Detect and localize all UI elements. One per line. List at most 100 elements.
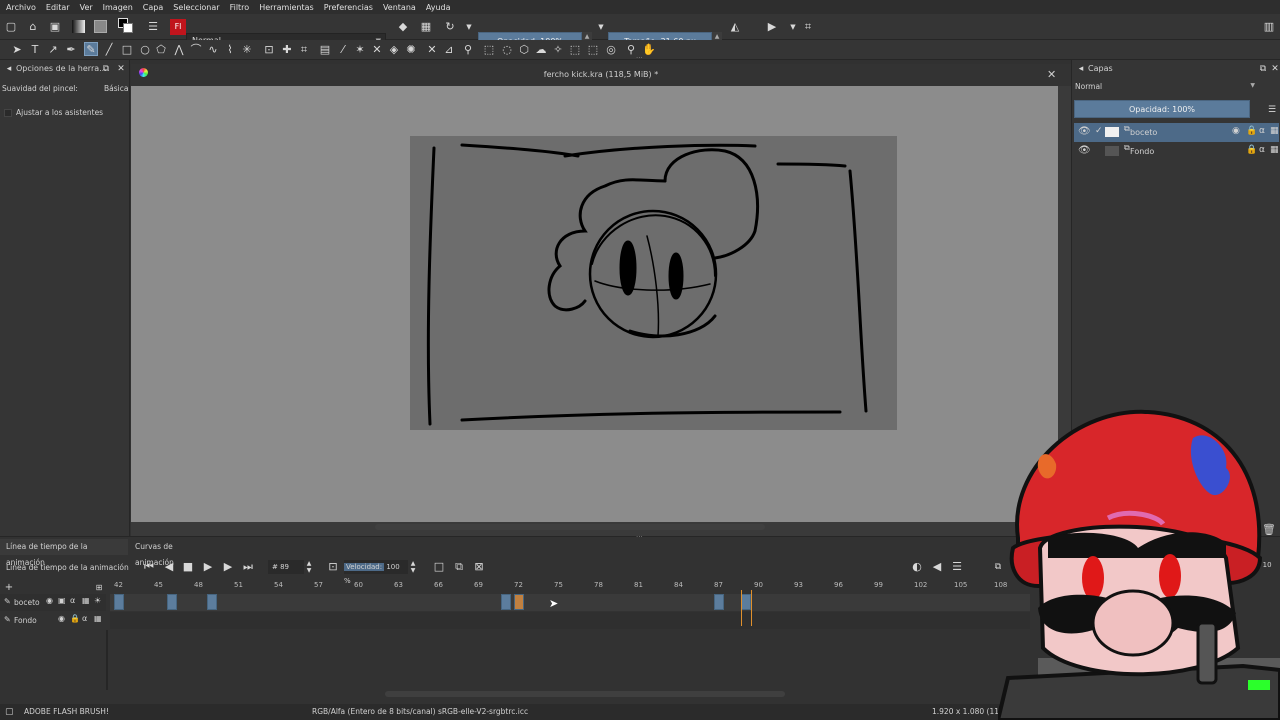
collapse-icon[interactable]: ◂ xyxy=(2,62,16,76)
line-tool-icon[interactable]: ╱ xyxy=(102,43,116,57)
opacity-dropdown-icon[interactable]: ▼ xyxy=(594,20,608,34)
smoothing-select[interactable]: Básica xyxy=(104,84,128,93)
brush-preset-icon[interactable]: ▢ xyxy=(5,704,14,720)
speed-spin-icon[interactable]: ▲ ▼ xyxy=(406,560,420,574)
inherit-alpha-icon[interactable]: ▦ xyxy=(94,614,102,623)
playhead[interactable] xyxy=(741,590,752,626)
menu-preferencias[interactable]: Preferencias xyxy=(324,3,373,12)
document-tab[interactable]: fercho kick.kra (118,5 MiB) * ✕ xyxy=(131,64,1071,86)
layer-menu-icon[interactable]: ☰ xyxy=(1265,103,1279,117)
open-folder-icon[interactable]: ⌂ xyxy=(26,20,40,34)
previous-frame-icon[interactable]: ◀ xyxy=(162,560,176,574)
eye-icon[interactable]: ◉ xyxy=(58,614,65,623)
panel-grip-icon[interactable]: ··· xyxy=(636,533,643,541)
magnetic-select-icon[interactable]: ◎ xyxy=(604,43,618,57)
last-frame-icon[interactable]: ⏭ xyxy=(241,560,255,574)
float-panel-icon[interactable]: ⧉ xyxy=(99,62,113,76)
stop-icon[interactable]: ■ xyxy=(181,560,195,574)
keyframe[interactable] xyxy=(114,594,124,610)
transform-tool-icon[interactable]: ⊡ xyxy=(262,43,276,57)
close-icon[interactable]: ✕ xyxy=(114,62,128,76)
wrap-around-icon[interactable]: ⌗ xyxy=(801,20,815,34)
layer-row-boceto[interactable]: 👁 ✓ ⧉ boceto ◉ 🔒 α ▦ xyxy=(1074,123,1279,142)
select-shapes-icon[interactable]: ➤ xyxy=(10,43,24,57)
assistants-checkbox[interactable] xyxy=(4,109,12,117)
close-document-icon[interactable]: ✕ xyxy=(1047,64,1056,86)
menu-herramientas[interactable]: Herramientas xyxy=(259,3,314,12)
audio-settings-icon[interactable]: ⊠ xyxy=(472,560,486,574)
keyframe-selected[interactable] xyxy=(514,594,524,610)
tab-animation-curves[interactable]: Curvas de animación xyxy=(130,539,214,567)
rect-select-icon[interactable]: ⬚ xyxy=(482,43,496,57)
workspace-icon[interactable]: ▥ xyxy=(1262,20,1276,34)
measure-tool-icon[interactable]: ⊿ xyxy=(442,43,456,57)
freehand-path-icon[interactable]: ∿ xyxy=(206,43,220,57)
polygon-tool-icon[interactable]: ⬠ xyxy=(154,43,168,57)
move-tool-icon[interactable]: ✚ xyxy=(280,43,294,57)
gradient-swatch-icon[interactable] xyxy=(72,20,85,33)
menu-archivo[interactable]: Archivo xyxy=(6,3,36,12)
text-tool-icon[interactable]: T xyxy=(28,43,42,57)
frames-track-fondo[interactable] xyxy=(110,612,1030,629)
timeline-menu-icon[interactable]: ☰ xyxy=(950,560,964,574)
lock-icon[interactable]: 🔒 xyxy=(1246,145,1257,155)
multibrush-icon[interactable]: ✳ xyxy=(240,43,254,57)
menu-ayuda[interactable]: Ayuda xyxy=(426,3,451,12)
drawing-canvas[interactable] xyxy=(410,136,897,430)
checkmark-icon[interactable]: ✓ xyxy=(1095,126,1103,136)
keyframe[interactable] xyxy=(500,594,511,610)
drop-frames-icon[interactable]: ⧉ xyxy=(452,560,466,574)
onion-skin-icon[interactable]: ☀ xyxy=(94,596,101,605)
brush-settings-icon[interactable]: ☰ xyxy=(146,20,160,34)
loop-icon[interactable]: ⊡ xyxy=(326,560,340,574)
rectangle-tool-icon[interactable]: □ xyxy=(120,43,134,57)
reload-dropdown-icon[interactable]: ▼ xyxy=(462,20,476,34)
fill-tool-icon[interactable]: ◈ xyxy=(387,43,401,57)
polygon-select-icon[interactable]: ⬡ xyxy=(517,43,531,57)
assistant-tool-icon[interactable]: ✕ xyxy=(425,43,439,57)
color-picker-icon[interactable]: ⁄ xyxy=(336,43,350,57)
menu-seleccionar[interactable]: Seleccionar xyxy=(173,3,219,12)
new-document-icon[interactable]: ▢ xyxy=(4,20,18,34)
mirror-vertical-icon[interactable]: ▶ xyxy=(765,20,779,34)
keyframe[interactable] xyxy=(714,594,724,610)
eye-icon[interactable]: 👁 xyxy=(1078,126,1091,137)
lock-icon[interactable]: 🔒 xyxy=(70,614,80,623)
panel-grip-icon[interactable]: ··· xyxy=(636,54,643,62)
menu-ventana[interactable]: Ventana xyxy=(383,3,416,12)
eraser-icon[interactable]: ◆ xyxy=(396,20,410,34)
add-layer-icon[interactable]: + xyxy=(2,581,16,595)
onion-skins-icon[interactable]: ◐ xyxy=(910,560,924,574)
collapse-icon[interactable]: ◂ xyxy=(1074,62,1088,76)
edit-shapes-icon[interactable]: ↗ xyxy=(46,43,60,57)
bezier-tool-icon[interactable]: ⌒ xyxy=(189,43,203,57)
mirror-horizontal-icon[interactable]: ◭ xyxy=(728,20,742,34)
current-frame-input[interactable]: # 89 xyxy=(268,560,304,574)
eye-icon[interactable]: 👁 xyxy=(1078,145,1091,156)
enclose-fill-icon[interactable]: ✺ xyxy=(404,43,418,57)
first-frame-icon[interactable]: ⏮ xyxy=(142,560,156,574)
alpha-icon[interactable]: α xyxy=(70,596,75,605)
pattern-swatch-icon[interactable] xyxy=(94,20,107,33)
gradient-tool-icon[interactable]: ▤ xyxy=(318,43,332,57)
inherit-alpha-icon[interactable]: ▦ xyxy=(1270,145,1279,155)
alpha-icon[interactable]: α xyxy=(1259,145,1265,155)
lock-icon[interactable]: ▣ xyxy=(58,596,66,605)
frame-spin-icon[interactable]: ▲ ▼ xyxy=(302,560,316,574)
mirror-dropdown-icon[interactable]: ▼ xyxy=(786,20,800,34)
polyline-tool-icon[interactable]: ⋀ xyxy=(172,43,186,57)
lock-icon[interactable]: 🔒 xyxy=(1246,126,1257,136)
horizontal-scrollbar[interactable] xyxy=(375,524,765,530)
bezier-select-icon[interactable]: ⬚ xyxy=(586,43,600,57)
next-frame-icon[interactable]: ▶ xyxy=(221,560,235,574)
layer-row-fondo[interactable]: 👁 ⧉ Fondo 🔒 α ▦ xyxy=(1074,142,1279,161)
menu-imagen[interactable]: Imagen xyxy=(103,3,133,12)
audio-icon[interactable]: ◀ xyxy=(930,560,944,574)
layer-visibility-toggle-icon[interactable]: ◉ xyxy=(1232,126,1240,136)
menu-ver[interactable]: Ver xyxy=(80,3,93,12)
keyframe[interactable] xyxy=(167,594,178,610)
ellipse-tool-icon[interactable]: ○ xyxy=(138,43,152,57)
menu-capa[interactable]: Capa xyxy=(143,3,163,12)
colorize-mask-icon[interactable]: ✶ xyxy=(353,43,367,57)
layer-settings-icon[interactable]: ⊞ xyxy=(92,581,106,595)
